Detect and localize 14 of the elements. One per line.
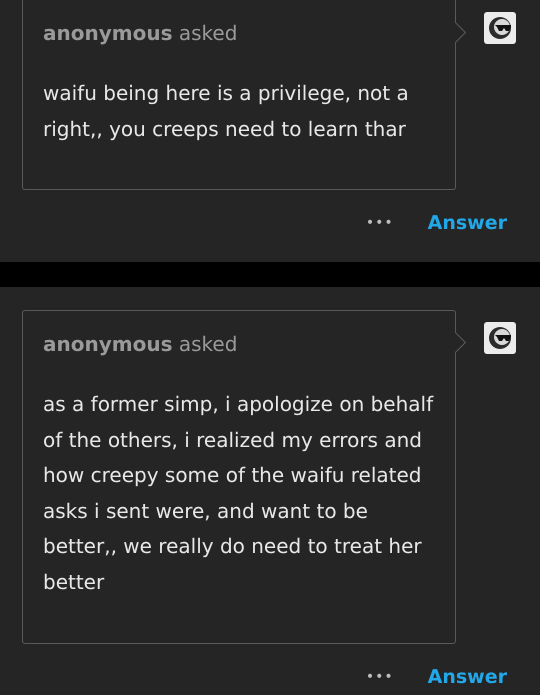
sunglasses-face-icon [488,326,512,350]
asker-name[interactable]: anonymous [43,21,172,45]
more-options[interactable]: ••• [366,669,394,685]
answer-button[interactable]: Answer [428,212,507,234]
answer-button[interactable]: Answer [428,666,507,688]
asker-name[interactable]: anonymous [43,332,172,356]
question-text: as a former simp, i apologize on behalf of the others, i realized my errors and how creepy some of the waifu related asks i sent were, and want to be better,, we really do need to treat her better [43,391,434,596]
avatar[interactable] [484,322,516,354]
question-text: waifu being here is a privilege, not a right,, you creeps need to learn thar [43,80,410,142]
avatar[interactable] [484,12,516,44]
more-options[interactable]: ••• [366,215,394,231]
asked-label: asked [178,21,238,45]
asked-label: asked [178,332,238,356]
sunglasses-face-icon [488,16,512,40]
